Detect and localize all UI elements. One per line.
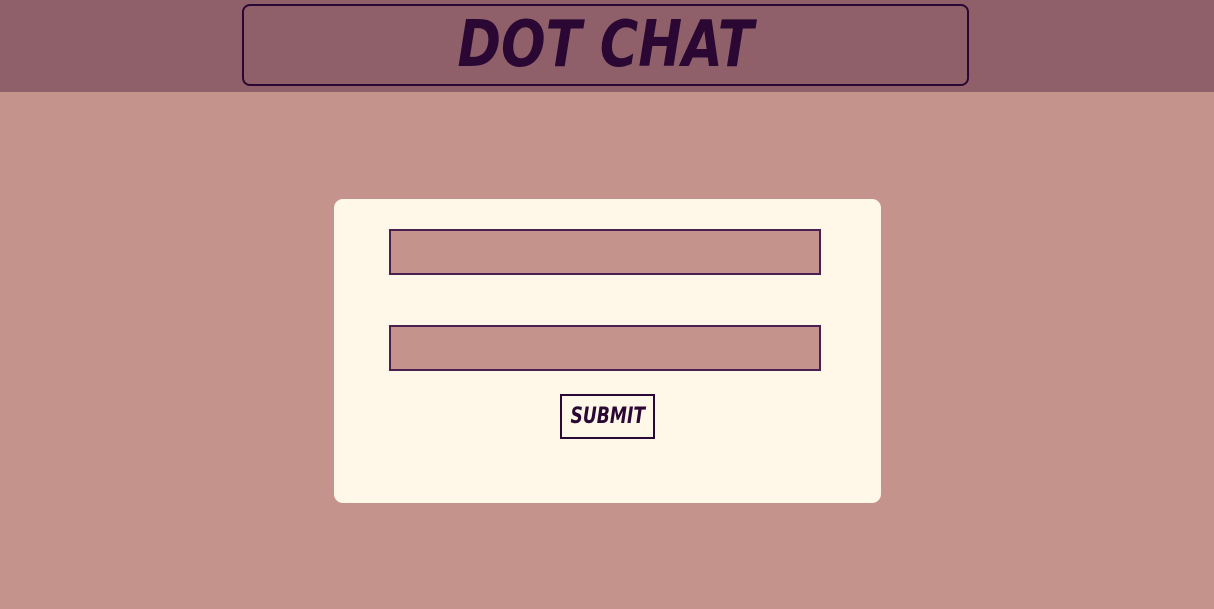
title-banner: DOT CHAT bbox=[242, 4, 969, 86]
password-input[interactable] bbox=[389, 325, 821, 371]
app-header: DOT CHAT bbox=[0, 0, 1214, 92]
username-input[interactable] bbox=[389, 229, 821, 275]
submit-button[interactable]: SUBMIT bbox=[560, 394, 655, 439]
app-title: DOT CHAT bbox=[457, 8, 754, 82]
submit-label: SUBMIT bbox=[570, 403, 645, 429]
login-card: SUBMIT bbox=[334, 199, 881, 503]
